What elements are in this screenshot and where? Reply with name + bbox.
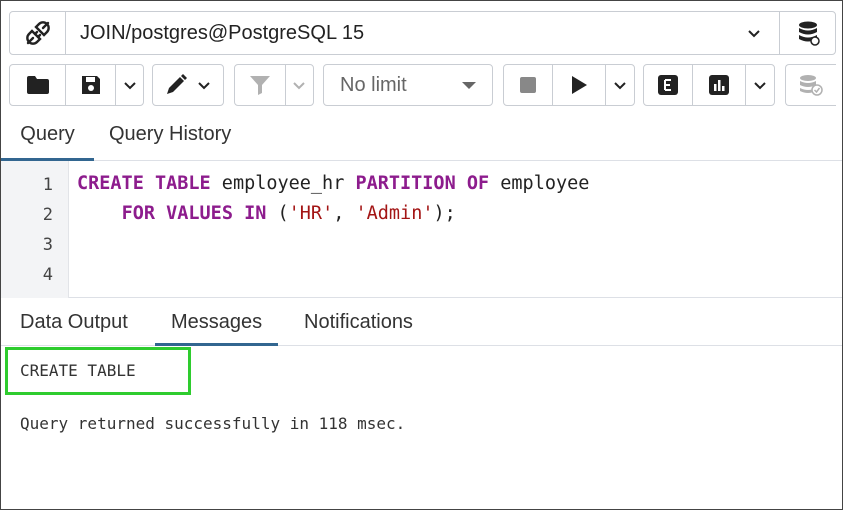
- sql-text: employee_hr: [210, 173, 356, 194]
- line-number: 2: [42, 205, 53, 225]
- message-command: CREATE TABLE: [20, 361, 136, 380]
- messages-panel: CREATE TABLE Query returned successfully…: [1, 347, 842, 509]
- chevron-down-icon: [293, 82, 306, 90]
- sql-keyword: CREATE: [77, 173, 144, 194]
- code-line-2[interactable]: FOR VALUES IN ('HR', 'Admin');: [77, 203, 456, 224]
- chevron-down-icon[interactable]: [729, 12, 779, 54]
- query-tab-bar: Query Query History: [1, 113, 842, 161]
- sql-editor[interactable]: 1 2 3 4 CREATE TABLE employee_hr PARTITI…: [1, 161, 842, 298]
- sql-keyword: FOR: [121, 203, 155, 224]
- sql-keyword: TABLE: [154, 173, 211, 194]
- execute-button-group: [503, 64, 635, 106]
- plug-disconnect-icon[interactable]: [10, 12, 66, 54]
- commit-button[interactable]: [785, 64, 836, 106]
- explain-button-group: [643, 64, 775, 106]
- code-line-1[interactable]: CREATE TABLE employee_hr PARTITION OF em…: [77, 173, 589, 194]
- filter-button[interactable]: [235, 65, 286, 105]
- row-limit-value: No limit: [340, 73, 407, 96]
- save-options-dropdown[interactable]: [116, 65, 143, 105]
- connection-bar[interactable]: JOIN/postgres@PostgreSQL 15: [9, 11, 836, 55]
- execute-options-dropdown[interactable]: [606, 65, 634, 105]
- filter-icon: [249, 76, 270, 95]
- chevron-down-icon: [198, 82, 210, 90]
- sql-keyword: PARTITION: [355, 173, 456, 194]
- explain-options-dropdown[interactable]: [746, 65, 774, 105]
- line-number-gutter: 1 2 3 4: [1, 161, 69, 298]
- save-file-button[interactable]: [66, 65, 116, 105]
- sql-keyword: IN: [244, 203, 267, 224]
- line-number: 1: [42, 175, 53, 195]
- stop-icon: [520, 77, 537, 93]
- execute-button[interactable]: [553, 65, 607, 105]
- chevron-down-icon: [123, 82, 136, 90]
- sql-string: 'Admin': [355, 203, 434, 224]
- tab-query-history-label: Query History: [109, 123, 232, 145]
- sql-text: );: [433, 203, 456, 224]
- explain-button[interactable]: [644, 65, 694, 105]
- sql-string: 'HR': [288, 203, 334, 224]
- tab-data-output-label: Data Output: [20, 311, 128, 333]
- tab-messages-label: Messages: [171, 311, 263, 333]
- tab-notifications[interactable]: Notifications: [304, 311, 413, 334]
- line-number: 3: [42, 235, 53, 255]
- explain-icon: [658, 75, 679, 95]
- sql-text: (: [266, 203, 289, 224]
- file-button-group: [9, 64, 144, 106]
- sql-keyword: VALUES: [166, 203, 233, 224]
- save-icon: [81, 76, 100, 94]
- tab-messages[interactable]: Messages: [155, 311, 279, 346]
- database-icon[interactable]: [779, 12, 835, 54]
- sql-text: employee: [489, 173, 590, 194]
- sql-keyword: OF: [466, 173, 490, 194]
- filter-button-group: [234, 64, 314, 106]
- query-toolbar: No limit: [9, 64, 836, 108]
- open-file-button[interactable]: [10, 65, 66, 105]
- chevron-down-icon: [754, 82, 766, 90]
- chart-icon: [709, 75, 730, 95]
- tab-query-label: Query: [20, 123, 75, 145]
- edit-menu-button[interactable]: [152, 64, 224, 106]
- chevron-down-icon: [614, 82, 626, 90]
- row-limit-select[interactable]: No limit: [323, 64, 493, 106]
- message-status: Query returned successfully in 118 msec.: [20, 414, 406, 433]
- query-tool-window: JOIN/postgres@PostgreSQL 15 No limit Que…: [0, 0, 843, 510]
- connection-title[interactable]: JOIN/postgres@PostgreSQL 15: [66, 22, 729, 45]
- filter-options-dropdown[interactable]: [286, 65, 313, 105]
- folder-icon: [26, 76, 49, 94]
- sql-text: ,: [333, 203, 356, 224]
- play-icon: [572, 76, 588, 94]
- caret-down-icon: [462, 82, 476, 89]
- tab-notifications-label: Notifications: [304, 311, 413, 333]
- tab-query[interactable]: Query: [1, 123, 94, 161]
- tab-query-history[interactable]: Query History: [109, 123, 231, 146]
- line-number: 4: [42, 265, 53, 285]
- tab-data-output[interactable]: Data Output: [20, 311, 128, 334]
- pencil-icon: [167, 74, 187, 94]
- result-tab-bar: Data Output Messages Notifications: [1, 299, 842, 346]
- explain-analyze-button[interactable]: [693, 65, 747, 105]
- stop-query-button[interactable]: [504, 65, 554, 105]
- commit-icon: [800, 75, 823, 96]
